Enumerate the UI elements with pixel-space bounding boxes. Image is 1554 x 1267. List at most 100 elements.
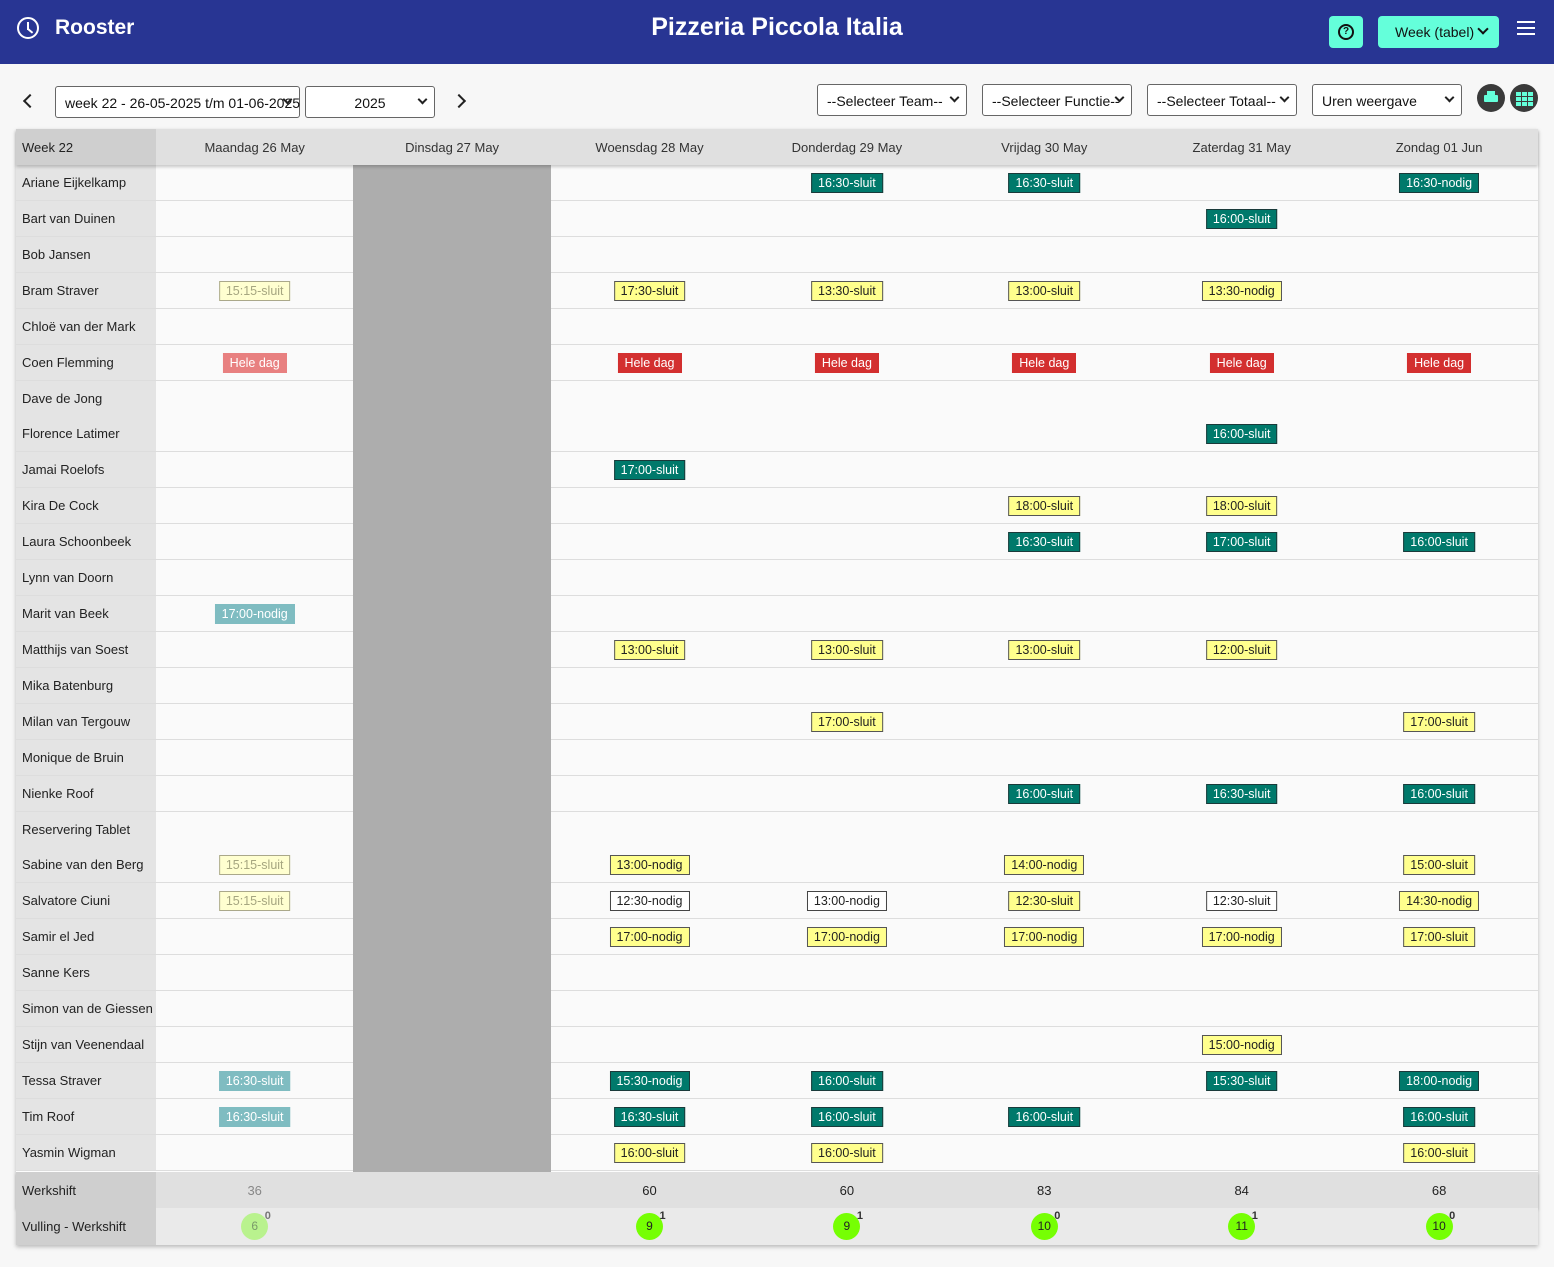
shift-chip[interactable]: 16:30-sluit [218, 1106, 291, 1127]
employee-name[interactable]: Monique de Bruin [16, 739, 156, 775]
shift-chip[interactable]: 16:00-sluit [811, 1071, 883, 1091]
shift-chip[interactable]: 13:00-sluit [811, 639, 883, 660]
employee-name[interactable]: Bram Straver [16, 272, 156, 308]
shift-chip[interactable]: Hele dag [1407, 352, 1472, 373]
employee-name[interactable]: Kira De Cock [16, 488, 156, 524]
printer-icon[interactable] [1477, 84, 1505, 112]
chevron-right-icon[interactable] [453, 93, 469, 109]
shift-chip[interactable]: 14:00-nodig [1004, 855, 1085, 876]
employee-name[interactable]: Sanne Kers [16, 955, 156, 991]
employee-name[interactable]: Bob Jansen [16, 236, 156, 272]
help-button[interactable]: ? [1329, 16, 1363, 48]
shift-chip[interactable]: 16:30-sluit [218, 1071, 291, 1091]
shift-chip[interactable]: 16:00-sluit [811, 1106, 883, 1127]
employee-name[interactable]: Tim Roof [16, 1098, 156, 1134]
shift-chip[interactable]: 13:30-nodig [1201, 280, 1282, 301]
shift-chip[interactable]: 12:30-sluit [1205, 891, 1278, 912]
shift-chip[interactable]: 12:30-sluit [1008, 891, 1081, 912]
shift-chip[interactable]: 17:00-nodig [806, 927, 887, 948]
shift-chip[interactable]: 12:30-nodig [609, 891, 690, 912]
shift-chip[interactable]: 18:00-nodig [1399, 1071, 1480, 1091]
employee-name[interactable]: Nienke Roof [16, 775, 156, 811]
shift-chip[interactable]: Hele dag [1012, 352, 1077, 373]
employee-name[interactable]: Matthijs van Soest [16, 631, 156, 667]
shift-chip[interactable]: 15:15-sluit [218, 855, 291, 876]
shift-chip[interactable]: 16:00-sluit [613, 1142, 686, 1163]
team-select[interactable]: --Selecteer Team-- [817, 84, 967, 116]
shift-chip[interactable]: 17:30-sluit [613, 280, 686, 301]
employee-name[interactable]: Milan van Tergouw [16, 703, 156, 739]
employee-name[interactable]: Simon van de Giessen [16, 991, 156, 1027]
shift-chip[interactable]: 17:00-sluit [613, 460, 686, 481]
shift-chip[interactable]: 16:00-sluit [1008, 783, 1081, 804]
employee-name[interactable]: Yasmin Wigman [16, 1134, 156, 1170]
shift-chip[interactable]: 14:30-nodig [1399, 891, 1480, 912]
employee-name[interactable]: Samir el Jed [16, 919, 156, 955]
employee-name[interactable]: Reservering Tablet [16, 811, 156, 847]
shift-chip[interactable]: 16:30-sluit [613, 1106, 686, 1127]
employee-name[interactable]: Lynn van Doorn [16, 560, 156, 596]
shift-chip[interactable]: 15:30-nodig [609, 1071, 690, 1091]
shift-chip[interactable]: 17:00-nodig [609, 927, 690, 948]
shift-chip[interactable]: 13:00-nodig [609, 855, 690, 876]
function-select[interactable]: --Selecteer Functie-- [982, 84, 1132, 116]
shift-chip[interactable]: 13:00-sluit [613, 639, 686, 660]
shift-chip[interactable]: Hele dag [617, 352, 682, 373]
employee-name[interactable]: Marit van Beek [16, 596, 156, 632]
shift-chip[interactable]: 15:15-sluit [218, 280, 291, 301]
chevron-left-icon[interactable] [20, 93, 36, 109]
employee-name[interactable]: Dave de Jong [16, 380, 156, 416]
shift-chip[interactable]: 17:00-sluit [1403, 711, 1475, 732]
shift-chip[interactable]: 16:00-sluit [1205, 424, 1278, 445]
shift-chip[interactable]: 15:00-sluit [1403, 855, 1475, 876]
week-select[interactable]: week 22 - 26-05-2025 t/m 01-06-2025 [55, 86, 300, 118]
shift-chip[interactable]: 13:00-nodig [806, 891, 887, 912]
year-select[interactable]: 2025 [305, 86, 435, 118]
shift-chip[interactable]: 16:00-sluit [811, 1142, 883, 1163]
employee-name[interactable]: Tessa Straver [16, 1063, 156, 1098]
employee-name[interactable]: Stijn van Veenendaal [16, 1027, 156, 1063]
employee-name[interactable]: Jamai Roelofs [16, 452, 156, 488]
shift-chip[interactable]: 17:00-sluit [811, 711, 883, 732]
shift-chip[interactable]: 16:00-sluit [1403, 783, 1475, 804]
shift-chip[interactable]: 17:00-sluit [1403, 927, 1475, 948]
grid-view-button[interactable] [1510, 84, 1538, 112]
shift-chip[interactable]: Hele dag [222, 352, 287, 373]
shift-chip[interactable]: 16:00-sluit [1205, 208, 1278, 229]
shift-chip[interactable]: Hele dag [1209, 352, 1274, 373]
shift-chip[interactable]: 15:30-sluit [1205, 1071, 1278, 1091]
shift-chip[interactable]: 16:30-sluit [1205, 783, 1278, 804]
shift-chip[interactable]: Hele dag [814, 352, 879, 373]
shift-chip[interactable]: 15:15-sluit [218, 891, 291, 912]
employee-name[interactable]: Ariane Eijkelkamp [16, 165, 156, 200]
shift-chip[interactable]: 16:30-sluit [811, 173, 883, 193]
clock-icon[interactable] [17, 17, 39, 39]
shift-chip[interactable]: 16:00-sluit [1008, 1106, 1081, 1127]
total-select[interactable]: --Selecteer Totaal-- [1147, 84, 1297, 116]
shift-chip[interactable]: 16:30-sluit [1008, 173, 1081, 193]
employee-name[interactable]: Coen Flemming [16, 344, 156, 380]
employee-name[interactable]: Sabine van den Berg [16, 847, 156, 883]
employee-name[interactable]: Laura Schoonbeek [16, 524, 156, 560]
employee-name[interactable]: Mika Batenburg [16, 667, 156, 703]
employee-name[interactable]: Salvatore Ciuni [16, 883, 156, 919]
employee-name[interactable]: Florence Latimer [16, 416, 156, 452]
employee-name[interactable]: Chloë van der Mark [16, 308, 156, 344]
shift-chip[interactable]: 13:30-sluit [811, 280, 883, 301]
shift-chip[interactable]: 16:00-sluit [1403, 532, 1475, 553]
hamburger-menu-icon[interactable] [1517, 21, 1535, 35]
shift-chip[interactable]: 15:00-nodig [1201, 1035, 1282, 1056]
employee-name[interactable]: Bart van Duinen [16, 200, 156, 236]
display-select[interactable]: Uren weergave [1312, 84, 1462, 116]
shift-chip[interactable]: 16:30-nodig [1399, 173, 1480, 193]
shift-chip[interactable]: 17:00-nodig [1201, 927, 1282, 948]
shift-chip[interactable]: 16:00-sluit [1403, 1106, 1475, 1127]
shift-chip[interactable]: 17:00-nodig [1004, 927, 1085, 948]
shift-chip[interactable]: 17:00-nodig [214, 604, 295, 625]
shift-chip[interactable]: 17:00-sluit [1205, 532, 1278, 553]
shift-chip[interactable]: 13:00-sluit [1008, 639, 1081, 660]
shift-chip[interactable]: 13:00-sluit [1008, 280, 1081, 301]
shift-chip[interactable]: 16:00-sluit [1403, 1142, 1475, 1163]
shift-chip[interactable]: 18:00-sluit [1205, 496, 1278, 517]
view-select[interactable]: Week (tabel) [1378, 16, 1499, 48]
